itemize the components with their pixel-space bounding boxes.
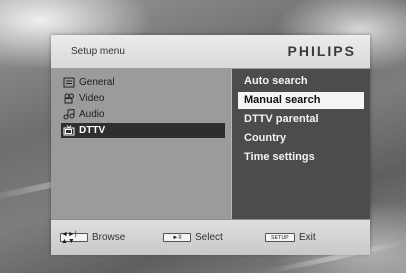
category-label: General: [79, 77, 115, 88]
exit-hint-label: Exit: [299, 232, 316, 243]
menu-header: Setup menu PHILIPS: [51, 35, 370, 69]
setup-menu-screen: Setup menu PHILIPS General Video Audio D…: [51, 35, 370, 255]
general-icon: [63, 77, 75, 88]
video-icon: [63, 93, 75, 104]
select-hint: ►II Select: [163, 232, 223, 243]
browse-key-icon: ◄►|▲▼: [60, 231, 88, 245]
select-hint-label: Select: [195, 232, 223, 243]
key-hint-bar: ◄►|▲▼ Browse ►II Select SETUP Exit: [51, 219, 370, 255]
audio-icon: [63, 109, 75, 120]
category-item-video[interactable]: Video: [61, 91, 225, 106]
select-key-icon: ►II: [163, 233, 191, 242]
category-list: General Video Audio DTTV: [51, 69, 231, 219]
browse-hint: ◄►|▲▼ Browse: [60, 231, 126, 245]
submenu-panel: Auto search Manual search DTTV parental …: [232, 69, 370, 219]
setup-key-icon: SETUP: [265, 233, 295, 242]
category-item-general[interactable]: General: [61, 75, 225, 90]
dttv-icon: [63, 125, 75, 136]
brand-logo: PHILIPS: [287, 43, 356, 59]
submenu-item-time-settings[interactable]: Time settings: [238, 149, 364, 166]
category-item-dttv[interactable]: DTTV: [61, 123, 225, 138]
submenu-item-country[interactable]: Country: [238, 130, 364, 147]
menu-title: Setup menu: [71, 46, 125, 57]
exit-hint: SETUP Exit: [265, 232, 316, 243]
submenu-item-manual-search[interactable]: Manual search: [238, 92, 364, 109]
submenu-item-dttv-parental[interactable]: DTTV parental: [238, 111, 364, 128]
browse-hint-label: Browse: [92, 232, 126, 243]
submenu-item-auto-search[interactable]: Auto search: [238, 73, 364, 90]
category-label: Video: [79, 93, 105, 104]
category-label: DTTV: [79, 125, 106, 136]
category-label: Audio: [79, 109, 105, 120]
category-item-audio[interactable]: Audio: [61, 107, 225, 122]
